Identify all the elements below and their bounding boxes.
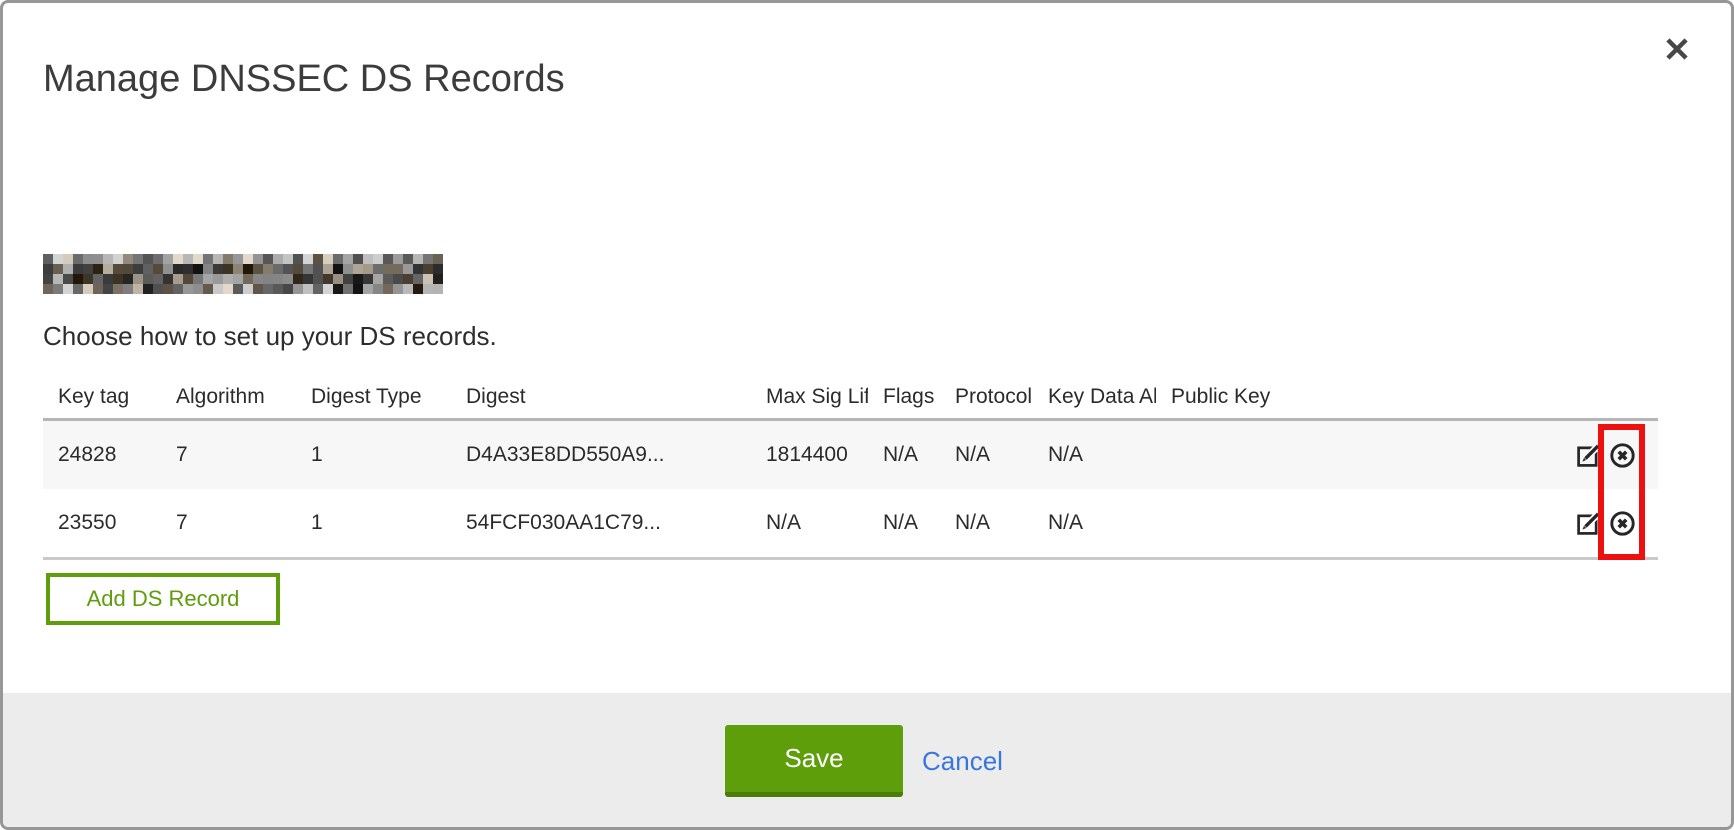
edit-record-button[interactable]	[1575, 442, 1602, 469]
delete-record-button[interactable]	[1609, 442, 1636, 469]
delete-record-button[interactable]	[1609, 510, 1636, 537]
cell-public-key	[1156, 420, 1546, 490]
close-button[interactable]	[1659, 31, 1695, 67]
cell-key-data-alg: N/A	[1033, 420, 1156, 490]
page-title: Manage DNSSEC DS Records	[43, 58, 565, 102]
edit-icon	[1575, 510, 1602, 537]
cell-flags: N/A	[868, 420, 940, 490]
add-ds-record-button[interactable]: Add DS Record	[46, 573, 280, 625]
table-row: 23550 7 1 54FCF030AA1C79... N/A N/A N/A …	[43, 489, 1658, 559]
dialog-footer: Save Cancel	[3, 693, 1731, 827]
cell-digest: 54FCF030AA1C79...	[451, 489, 751, 559]
cell-digest-type: 1	[296, 420, 451, 490]
cell-algorithm: 7	[161, 489, 296, 559]
column-header-digest-type: Digest Type	[296, 375, 451, 420]
column-header-algorithm: Algorithm	[161, 375, 296, 420]
cell-key-data-alg: N/A	[1033, 489, 1156, 559]
cell-flags: N/A	[868, 489, 940, 559]
column-header-flags: Flags	[868, 375, 940, 420]
column-header-key-tag: Key tag	[43, 375, 161, 420]
column-header-public-key: Public Key	[1156, 375, 1546, 420]
edit-record-button[interactable]	[1575, 510, 1602, 537]
cell-algorithm: 7	[161, 420, 296, 490]
cell-actions	[1546, 489, 1658, 559]
cell-key-tag: 24828	[43, 420, 161, 490]
table-row: 24828 7 1 D4A33E8DD550A9... 1814400 N/A …	[43, 420, 1658, 490]
cell-max-sig-life: N/A	[751, 489, 868, 559]
close-icon	[1661, 33, 1693, 65]
intro-text: Choose how to set up your DS records.	[43, 321, 497, 352]
column-header-digest: Digest	[451, 375, 751, 420]
cancel-link[interactable]: Cancel	[922, 725, 1003, 797]
redacted-domain	[43, 254, 443, 294]
cell-actions	[1546, 420, 1658, 490]
edit-icon	[1575, 442, 1602, 469]
column-header-max-sig-life: Max Sig Life	[751, 375, 868, 420]
column-header-actions	[1546, 375, 1658, 420]
cell-protocol: N/A	[940, 489, 1033, 559]
table-header-row: Key tag Algorithm Digest Type Digest Max…	[43, 375, 1658, 420]
delete-icon	[1609, 442, 1636, 469]
cell-protocol: N/A	[940, 420, 1033, 490]
column-header-key-data-alg: Key Data Alg	[1033, 375, 1156, 420]
ds-records-table: Key tag Algorithm Digest Type Digest Max…	[43, 375, 1658, 560]
save-button[interactable]: Save	[725, 725, 903, 797]
cell-digest: D4A33E8DD550A9...	[451, 420, 751, 490]
cell-max-sig-life: 1814400	[751, 420, 868, 490]
cell-digest-type: 1	[296, 489, 451, 559]
column-header-protocol: Protocol	[940, 375, 1033, 420]
manage-dnssec-dialog: Manage DNSSEC DS Records Choose how to s…	[0, 0, 1734, 830]
cell-key-tag: 23550	[43, 489, 161, 559]
cell-public-key	[1156, 489, 1546, 559]
delete-icon	[1609, 510, 1636, 537]
